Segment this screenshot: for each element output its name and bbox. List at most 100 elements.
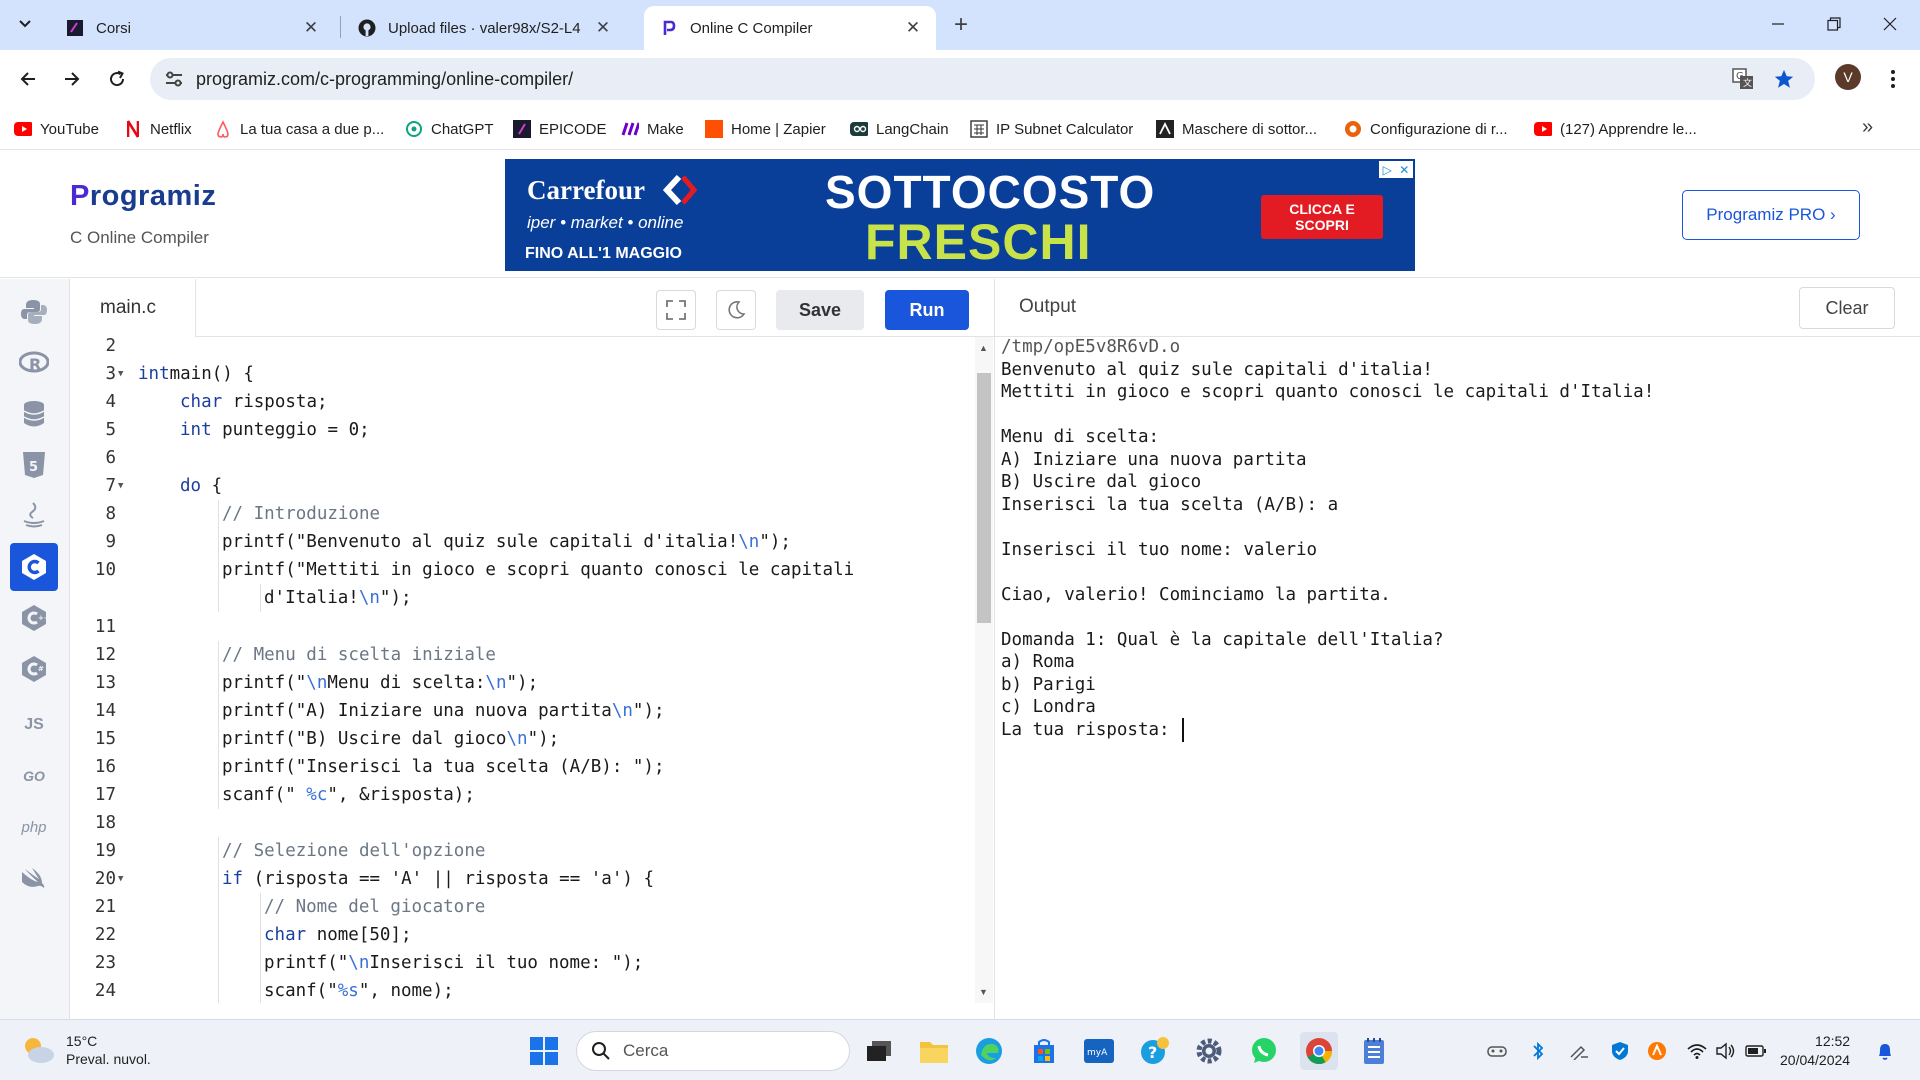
csharp-icon[interactable]: #	[10, 645, 58, 693]
go-icon[interactable]: GO	[10, 752, 58, 800]
code-line[interactable]: 12 // Menu di scelta iniziale	[70, 640, 974, 669]
pen-menu-icon[interactable]	[1568, 1040, 1590, 1062]
code-line[interactable]: d'Italia!\n");	[70, 584, 974, 613]
notification-bell-icon[interactable]	[1874, 1040, 1896, 1062]
bluetooth-icon[interactable]	[1527, 1040, 1549, 1062]
restore-button[interactable]	[1806, 0, 1862, 48]
bookmarks-overflow-icon[interactable]: »	[1862, 116, 1873, 139]
profile-avatar[interactable]: V	[1835, 64, 1861, 90]
fold-arrow-icon[interactable]: ▼	[118, 360, 123, 388]
fullscreen-button[interactable]	[656, 290, 696, 330]
bookmark-netflix[interactable]: Netflix	[124, 117, 192, 141]
edge-icon[interactable]	[970, 1032, 1008, 1070]
bookmark-youtube[interactable]: YouTube	[14, 117, 99, 141]
python-icon[interactable]	[10, 288, 58, 336]
code-line[interactable]: 8 // Introduzione	[70, 500, 974, 529]
settings-gear-icon[interactable]	[1190, 1032, 1228, 1070]
wifi-icon[interactable]	[1686, 1040, 1708, 1062]
scroll-down-icon[interactable]: ▼	[979, 987, 988, 997]
scrollbar-thumb[interactable]	[977, 373, 991, 623]
tab-corsi[interactable]: Corsi ✕	[50, 6, 334, 50]
whatsapp-icon[interactable]	[1245, 1032, 1283, 1070]
copilot-tray-icon[interactable]	[1486, 1040, 1508, 1062]
bookmark-epicode[interactable]: EPICODE	[513, 117, 607, 141]
code-line[interactable]: 21 // Nome del giocatore	[70, 893, 974, 921]
php-icon[interactable]: php	[10, 803, 58, 851]
ad-choices-icon[interactable]: ▷ ✕	[1379, 161, 1413, 178]
back-button[interactable]	[11, 62, 45, 96]
close-window-button[interactable]	[1862, 0, 1918, 48]
code-line[interactable]: 18	[70, 809, 974, 837]
weather-widget[interactable]: 15°C Preval. nuvol.	[20, 1032, 151, 1068]
security-shield-icon[interactable]	[1609, 1040, 1631, 1062]
address-bar[interactable]: programiz.com/c-programming/online-compi…	[150, 58, 1815, 100]
new-tab-button[interactable]: +	[946, 10, 976, 40]
code-line[interactable]: 22 char nome[50];	[70, 921, 974, 950]
dark-mode-button[interactable]	[716, 290, 756, 330]
bookmark-zapier[interactable]: Home | Zapier	[705, 117, 826, 141]
notepad-icon[interactable]	[1355, 1032, 1393, 1070]
fold-arrow-icon[interactable]: ▼	[118, 472, 123, 500]
c-icon[interactable]	[10, 543, 58, 591]
code-editor[interactable]: 2 3 ▼ intmain() {4 char risposta; 5 int punteg…	[70, 337, 974, 1003]
programiz-logo[interactable]: Programiz	[70, 180, 216, 213]
code-line[interactable]: 13 printf("\nMenu di scelta:\n");	[70, 668, 974, 697]
bookmark-configurazione[interactable]: Configurazione di r...	[1344, 117, 1508, 141]
forward-button[interactable]	[55, 62, 89, 96]
avast-icon[interactable]	[1646, 1040, 1668, 1062]
file-explorer-icon[interactable]	[915, 1032, 953, 1070]
tab-online-c-compiler[interactable]: Online C Compiler ✕	[644, 6, 936, 50]
input-cursor[interactable]	[1182, 717, 1185, 742]
code-line[interactable]: 16 printf("Inserisci la tua scelta (A/B):…	[70, 752, 974, 781]
code-line[interactable]: 24 scanf("%s", nome);	[70, 977, 974, 1003]
code-line[interactable]: 15 printf("B) Uscire dal gioco\n");	[70, 724, 974, 753]
bookmark-ip-subnet-calculator[interactable]: IP Subnet Calculator	[970, 117, 1133, 141]
code-line[interactable]: 6	[70, 444, 974, 472]
bookmark-airbnb[interactable]: La tua casa a due p...	[214, 117, 384, 141]
sql-icon[interactable]	[10, 390, 58, 438]
reload-button[interactable]	[100, 62, 134, 96]
html-icon[interactable]: 5	[10, 441, 58, 489]
bookmark-chatgpt[interactable]: ChatGPT	[405, 117, 494, 141]
run-button[interactable]: Run	[885, 290, 969, 330]
myasus-icon[interactable]: myA	[1080, 1032, 1118, 1070]
clear-button[interactable]: Clear	[1799, 287, 1895, 329]
tab-search-button[interactable]	[10, 8, 40, 38]
code-line[interactable]: 5 int punteggio = 0;	[70, 416, 974, 444]
editor-scrollbar[interactable]: ▲ ▼	[975, 337, 993, 1003]
java-icon[interactable]	[10, 492, 58, 540]
save-button[interactable]: Save	[776, 290, 864, 330]
help-icon[interactable]: ?	[1135, 1032, 1173, 1070]
code-line[interactable]: 9 printf("Benvenuto al quiz sule capitali…	[70, 528, 974, 557]
bookmark-maschere-di-sottorete[interactable]: Maschere di sottor...	[1156, 117, 1317, 141]
bookmark-apprendre[interactable]: (127) Apprendre le...	[1534, 117, 1697, 141]
code-line[interactable]: 14 printf("A) Iniziare una nuova partita\…	[70, 696, 974, 725]
code-line[interactable]: 11	[70, 613, 974, 641]
code-line[interactable]: 7 ▼ do {	[70, 472, 974, 500]
microsoft-store-icon[interactable]	[1025, 1032, 1063, 1070]
bookmark-langchain[interactable]: LangChain	[850, 117, 949, 141]
start-button[interactable]	[525, 1032, 563, 1070]
battery-icon[interactable]	[1745, 1040, 1767, 1062]
browser-menu-button[interactable]	[1876, 62, 1910, 96]
js-icon[interactable]: JS	[10, 701, 58, 749]
site-info-icon[interactable]	[164, 69, 184, 89]
code-line[interactable]: 19 // Selezione dell'opzione	[70, 836, 974, 865]
translate-icon[interactable]: G文	[1732, 68, 1754, 90]
code-line[interactable]: 4 char risposta;	[70, 388, 974, 416]
ad-cta-button[interactable]: CLICCA E SCOPRI	[1261, 195, 1383, 239]
programiz-pro-button[interactable]: Programiz PRO ›	[1682, 190, 1860, 240]
task-view-icon[interactable]	[860, 1032, 898, 1070]
code-line[interactable]: 23 printf("\nInserisci il tuo nome: ");	[70, 949, 974, 978]
code-line[interactable]: 17 scanf(" %c", &risposta);	[70, 780, 974, 809]
code-line[interactable]: 20 ▼ if (risposta == 'A' || risposta == 'a…	[70, 864, 974, 893]
volume-icon[interactable]	[1714, 1040, 1736, 1062]
tab-close-icon[interactable]: ✕	[592, 17, 614, 39]
system-clock[interactable]: 12:52 20/04/2024	[1780, 1032, 1850, 1070]
chrome-icon[interactable]	[1300, 1032, 1338, 1070]
swift-icon[interactable]	[10, 854, 58, 902]
r-icon[interactable]: R	[10, 339, 58, 387]
fold-arrow-icon[interactable]: ▼	[118, 865, 123, 893]
file-tab-main-c[interactable]: main.c	[70, 279, 196, 337]
code-line[interactable]: 3 ▼ intmain() {	[70, 360, 974, 388]
